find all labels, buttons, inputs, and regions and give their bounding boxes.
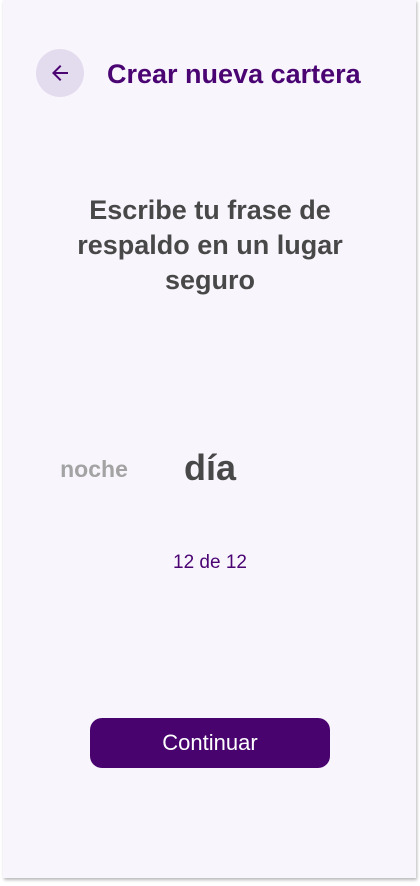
- previous-word: noche: [60, 456, 128, 482]
- arrow-left-icon: [48, 61, 72, 85]
- instruction-heading: Escribe tu frase de respaldo en un lugar…: [77, 195, 343, 295]
- screen: Crear nueva cartera Escribe tu frase de …: [3, 0, 416, 878]
- current-word: día: [183, 447, 236, 488]
- word-progress: 12 de 12: [173, 552, 247, 573]
- continue-button[interactable]: Continuar: [90, 718, 330, 768]
- page-title: Crear nueva cartera: [107, 59, 361, 89]
- back-button[interactable]: [36, 49, 84, 97]
